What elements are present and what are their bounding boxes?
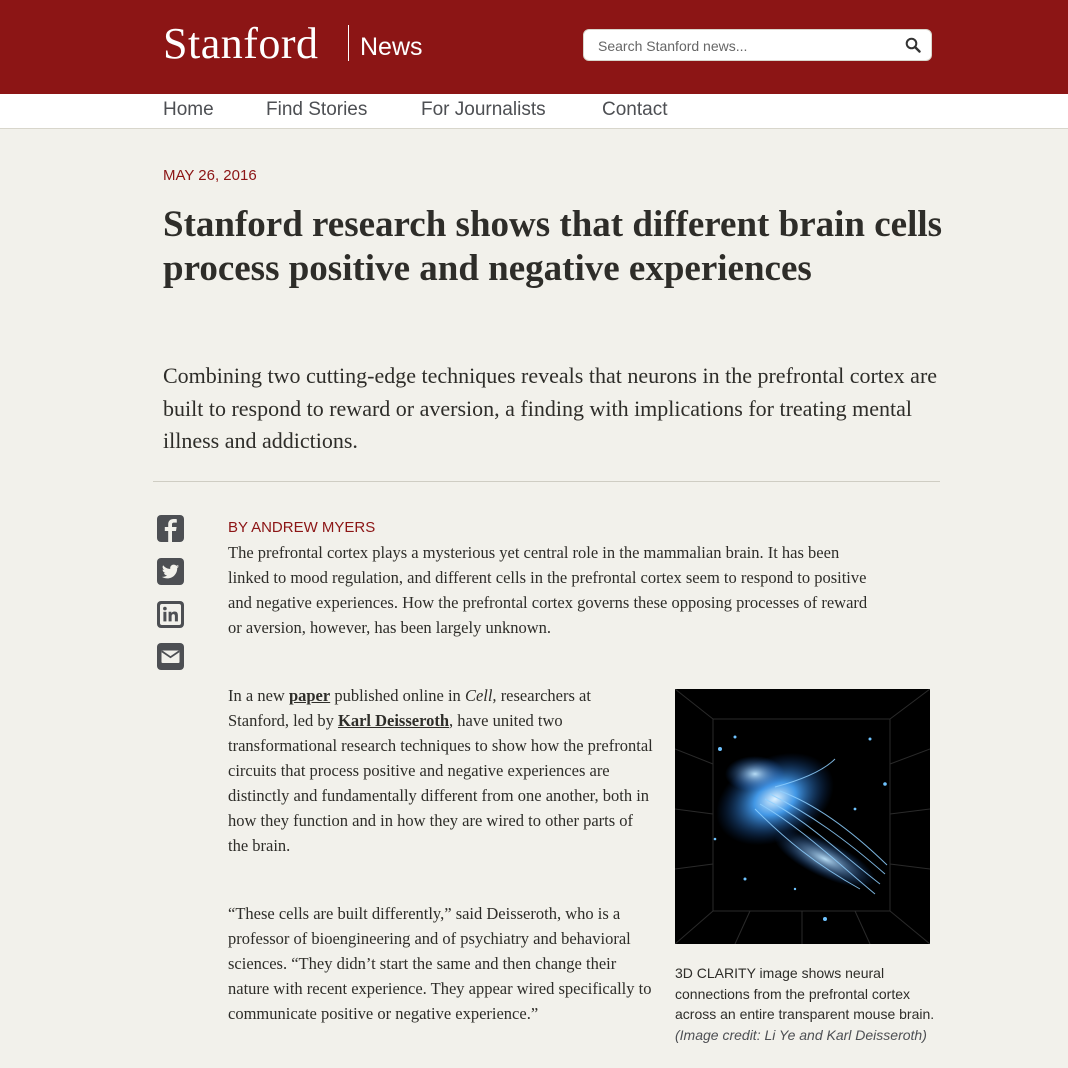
search-icon[interactable]	[905, 37, 921, 53]
facebook-icon[interactable]	[157, 515, 184, 542]
paragraph-3: “These cells are built differently,” sai…	[228, 904, 652, 1023]
nav-home[interactable]: Home	[163, 99, 214, 121]
brain-scan-graphic	[675, 689, 930, 944]
search-input[interactable]	[596, 30, 900, 62]
article-date: MAY 26, 2016	[163, 167, 257, 184]
email-icon[interactable]	[157, 643, 184, 670]
article-title: Stanford research shows that different b…	[163, 204, 943, 289]
clarity-brain-image[interactable]	[675, 689, 930, 944]
search-box	[583, 29, 932, 62]
main-nav: Home Find Stories For Journalists Contac…	[0, 94, 1068, 129]
image-credit: (Image credit: Li Ye and Karl Deisseroth…	[675, 1026, 927, 1043]
site-header: Stanford News	[0, 0, 1068, 94]
stanford-logo[interactable]: Stanford	[163, 18, 319, 69]
article-byline: BY ANDREW MYERS	[228, 519, 376, 536]
divider	[153, 481, 940, 482]
karl-deisseroth-link[interactable]: Karl Deisseroth	[338, 711, 449, 730]
linkedin-icon[interactable]	[157, 601, 184, 628]
nav-for-journalists[interactable]: For Journalists	[421, 99, 546, 121]
nav-find-stories[interactable]: Find Stories	[266, 99, 367, 121]
journal-name: Cell,	[464, 686, 497, 705]
nav-contact[interactable]: Contact	[602, 99, 667, 121]
paragraph-2: In a new paper published online in Cell,…	[228, 686, 653, 855]
paragraph-1: The prefrontal cortex plays a mysterious…	[228, 543, 868, 637]
twitter-icon[interactable]	[157, 558, 184, 585]
section-name[interactable]: News	[360, 33, 423, 62]
paper-link[interactable]: paper	[289, 686, 330, 705]
image-caption: 3D CLARITY image shows neural connection…	[675, 965, 935, 1043]
logo-divider	[348, 25, 349, 61]
article-dek: Combining two cutting-edge techniques re…	[163, 363, 938, 453]
